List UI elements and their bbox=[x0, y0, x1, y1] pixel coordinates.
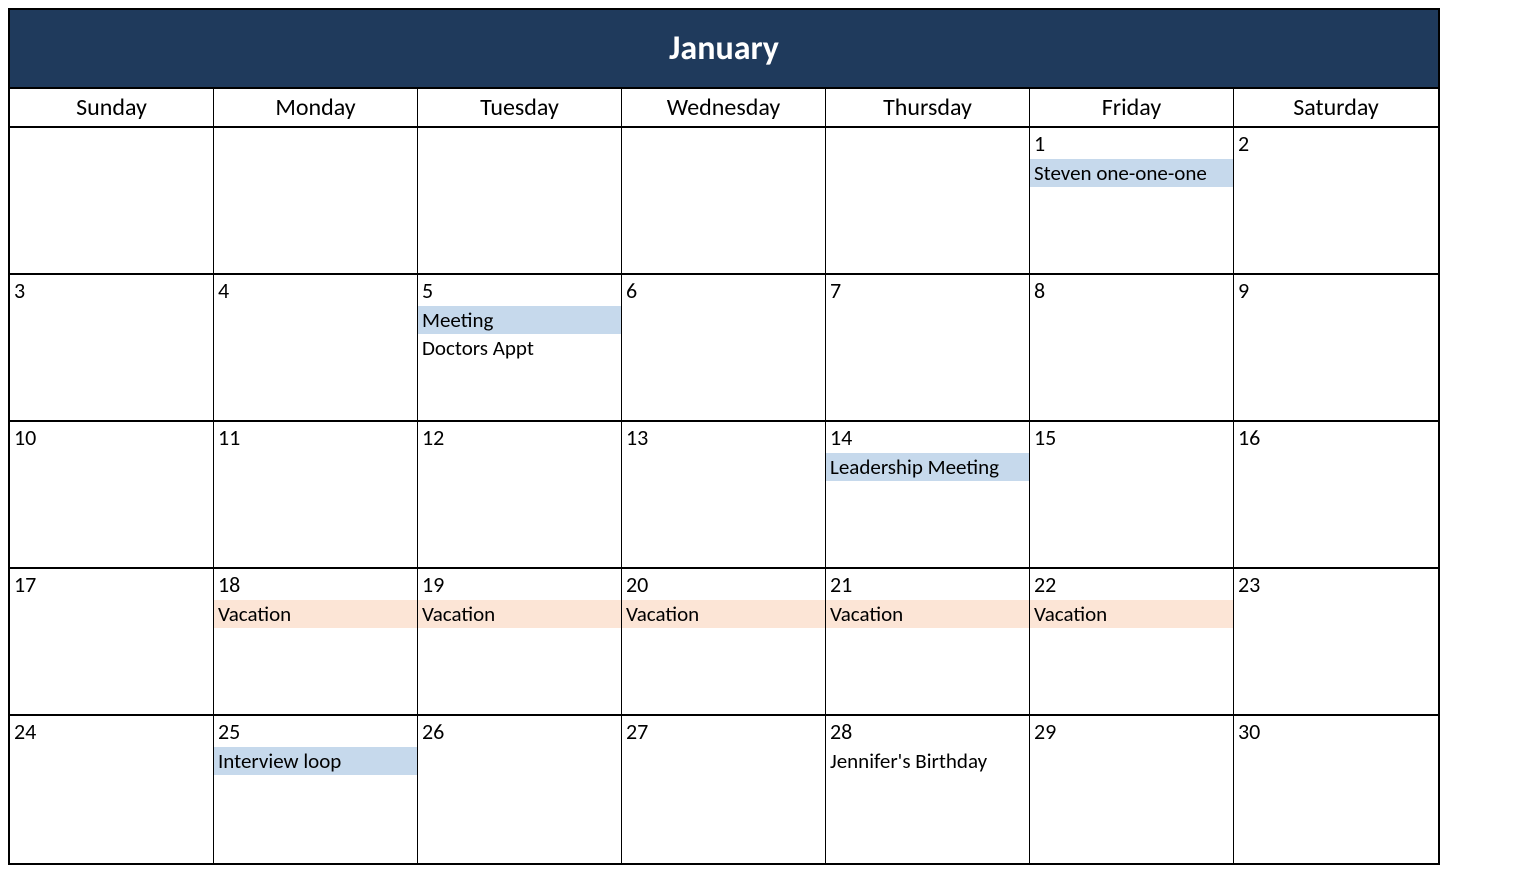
day-number: 29 bbox=[1030, 716, 1233, 747]
day-cell[interactable]: 26 bbox=[418, 716, 622, 863]
day-number: 27 bbox=[622, 716, 825, 747]
day-cell[interactable]: 18Vacation bbox=[214, 569, 418, 714]
day-header-friday: Friday bbox=[1030, 89, 1234, 126]
day-cell[interactable]: 23 bbox=[1234, 569, 1438, 714]
day-cell[interactable]: 14Leadership Meeting bbox=[826, 422, 1030, 567]
day-number: 26 bbox=[418, 716, 621, 747]
day-cell[interactable]: 30 bbox=[1234, 716, 1438, 863]
day-cell[interactable]: 7 bbox=[826, 275, 1030, 420]
day-number bbox=[214, 128, 417, 132]
day-number: 15 bbox=[1030, 422, 1233, 453]
month-title: January bbox=[10, 10, 1438, 89]
day-cell[interactable]: 4 bbox=[214, 275, 418, 420]
day-cell[interactable]: 15 bbox=[1030, 422, 1234, 567]
day-number bbox=[10, 128, 213, 132]
day-number: 28 bbox=[826, 716, 1029, 747]
calendar-event[interactable]: Vacation bbox=[214, 600, 417, 628]
calendar-event[interactable]: Vacation bbox=[418, 600, 621, 628]
day-number: 13 bbox=[622, 422, 825, 453]
day-cell[interactable]: 20Vacation bbox=[622, 569, 826, 714]
day-cell[interactable]: 1Steven one-one-one bbox=[1030, 128, 1234, 273]
day-header-monday: Monday bbox=[214, 89, 418, 126]
day-cell[interactable] bbox=[418, 128, 622, 273]
day-cell[interactable]: 29 bbox=[1030, 716, 1234, 863]
day-number: 4 bbox=[214, 275, 417, 306]
day-cell[interactable]: 9 bbox=[1234, 275, 1438, 420]
day-number bbox=[418, 128, 621, 132]
day-number: 5 bbox=[418, 275, 621, 306]
day-number: 9 bbox=[1234, 275, 1438, 306]
day-number: 30 bbox=[1234, 716, 1438, 747]
calendar-event[interactable]: Steven one-one-one bbox=[1030, 159, 1233, 187]
day-number: 7 bbox=[826, 275, 1029, 306]
day-cell[interactable]: 6 bbox=[622, 275, 826, 420]
day-cell[interactable]: 16 bbox=[1234, 422, 1438, 567]
day-cell[interactable]: 22Vacation bbox=[1030, 569, 1234, 714]
calendar-event[interactable]: Leadership Meeting bbox=[826, 453, 1029, 481]
calendar-event[interactable]: Jennifer's Birthday bbox=[826, 747, 1029, 775]
day-number: 1 bbox=[1030, 128, 1233, 159]
day-cell[interactable]: 2 bbox=[1234, 128, 1438, 273]
day-number: 25 bbox=[214, 716, 417, 747]
week-row: 1011121314Leadership Meeting1516 bbox=[10, 422, 1438, 569]
week-row: 2425Interview loop262728Jennifer's Birth… bbox=[10, 716, 1438, 863]
calendar-body: 1Steven one-one-one2345MeetingDoctors Ap… bbox=[10, 128, 1438, 863]
day-number: 14 bbox=[826, 422, 1029, 453]
day-cell[interactable] bbox=[214, 128, 418, 273]
day-number: 22 bbox=[1030, 569, 1233, 600]
day-number: 12 bbox=[418, 422, 621, 453]
day-header-saturday: Saturday bbox=[1234, 89, 1438, 126]
day-number bbox=[622, 128, 825, 132]
day-number: 17 bbox=[10, 569, 213, 600]
day-header-sunday: Sunday bbox=[10, 89, 214, 126]
calendar-event[interactable]: Vacation bbox=[826, 600, 1029, 628]
week-row: 345MeetingDoctors Appt6789 bbox=[10, 275, 1438, 422]
day-number: 16 bbox=[1234, 422, 1438, 453]
day-cell[interactable]: 12 bbox=[418, 422, 622, 567]
day-header-row: Sunday Monday Tuesday Wednesday Thursday… bbox=[10, 89, 1438, 128]
day-cell[interactable]: 11 bbox=[214, 422, 418, 567]
calendar: January Sunday Monday Tuesday Wednesday … bbox=[8, 8, 1440, 865]
day-cell[interactable]: 19Vacation bbox=[418, 569, 622, 714]
day-number: 6 bbox=[622, 275, 825, 306]
day-number: 20 bbox=[622, 569, 825, 600]
day-number: 10 bbox=[10, 422, 213, 453]
calendar-event[interactable]: Interview loop bbox=[214, 747, 417, 775]
day-number: 11 bbox=[214, 422, 417, 453]
day-cell[interactable]: 8 bbox=[1030, 275, 1234, 420]
day-number: 23 bbox=[1234, 569, 1438, 600]
day-header-wednesday: Wednesday bbox=[622, 89, 826, 126]
week-row: 1Steven one-one-one2 bbox=[10, 128, 1438, 275]
calendar-event[interactable]: Meeting bbox=[418, 306, 621, 334]
day-cell[interactable]: 24 bbox=[10, 716, 214, 863]
day-cell[interactable]: 13 bbox=[622, 422, 826, 567]
day-header-tuesday: Tuesday bbox=[418, 89, 622, 126]
day-number bbox=[826, 128, 1029, 132]
day-cell[interactable] bbox=[826, 128, 1030, 273]
day-cell[interactable]: 17 bbox=[10, 569, 214, 714]
day-cell[interactable]: 3 bbox=[10, 275, 214, 420]
day-cell[interactable]: 27 bbox=[622, 716, 826, 863]
day-number: 21 bbox=[826, 569, 1029, 600]
day-number: 8 bbox=[1030, 275, 1233, 306]
day-cell[interactable]: 25Interview loop bbox=[214, 716, 418, 863]
calendar-event[interactable]: Vacation bbox=[622, 600, 825, 628]
day-cell[interactable]: 10 bbox=[10, 422, 214, 567]
day-cell[interactable] bbox=[10, 128, 214, 273]
day-number: 3 bbox=[10, 275, 213, 306]
day-cell[interactable]: 5MeetingDoctors Appt bbox=[418, 275, 622, 420]
day-number: 19 bbox=[418, 569, 621, 600]
day-cell[interactable]: 21Vacation bbox=[826, 569, 1030, 714]
week-row: 1718Vacation19Vacation20Vacation21Vacati… bbox=[10, 569, 1438, 716]
calendar-event[interactable]: Vacation bbox=[1030, 600, 1233, 628]
day-header-thursday: Thursday bbox=[826, 89, 1030, 126]
day-cell[interactable]: 28Jennifer's Birthday bbox=[826, 716, 1030, 863]
calendar-event[interactable]: Doctors Appt bbox=[418, 334, 621, 362]
day-number: 2 bbox=[1234, 128, 1438, 159]
day-number: 24 bbox=[10, 716, 213, 747]
day-number: 18 bbox=[214, 569, 417, 600]
day-cell[interactable] bbox=[622, 128, 826, 273]
